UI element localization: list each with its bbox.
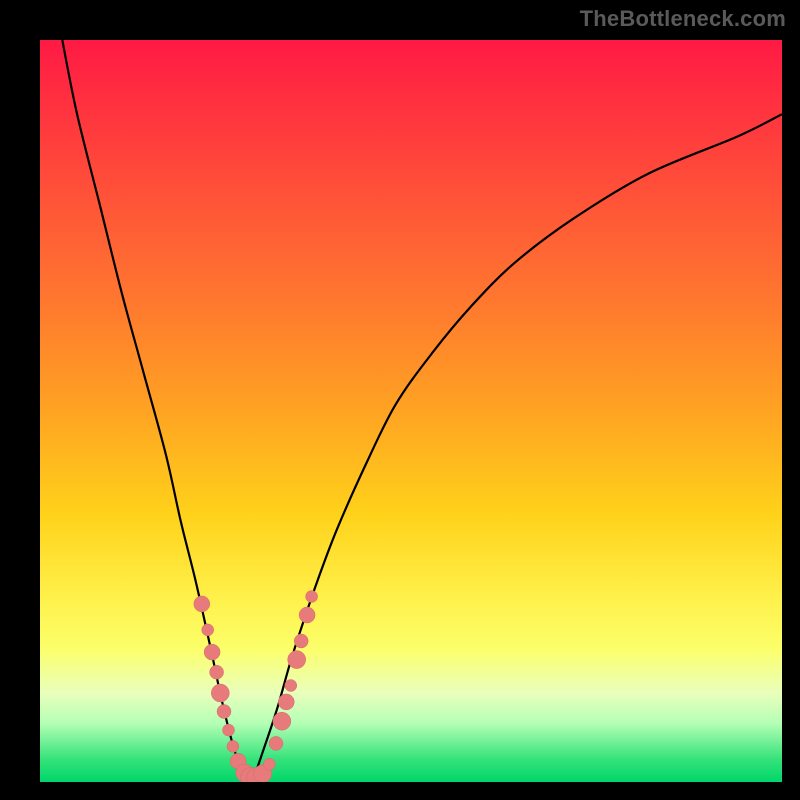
data-dot — [202, 624, 214, 636]
data-dot — [288, 651, 306, 669]
data-dots-group — [194, 591, 318, 783]
data-dot — [294, 634, 308, 648]
data-dot — [223, 724, 235, 736]
data-dot — [204, 644, 220, 660]
data-dot — [306, 591, 318, 603]
data-dot — [269, 736, 283, 750]
chart-frame: TheBottleneck.com — [0, 0, 800, 800]
chart-svg — [40, 40, 782, 782]
data-dot — [227, 740, 239, 752]
data-dot — [278, 694, 294, 710]
data-dot — [263, 758, 275, 770]
bottleneck-curve — [62, 40, 782, 782]
data-dot — [211, 684, 229, 702]
watermark-text: TheBottleneck.com — [580, 6, 786, 32]
data-dot — [285, 680, 297, 692]
data-dot — [299, 607, 315, 623]
data-dot — [210, 665, 224, 679]
data-dot — [217, 705, 231, 719]
data-dot — [194, 596, 210, 612]
data-dot — [273, 712, 291, 730]
plot-area — [40, 40, 782, 782]
